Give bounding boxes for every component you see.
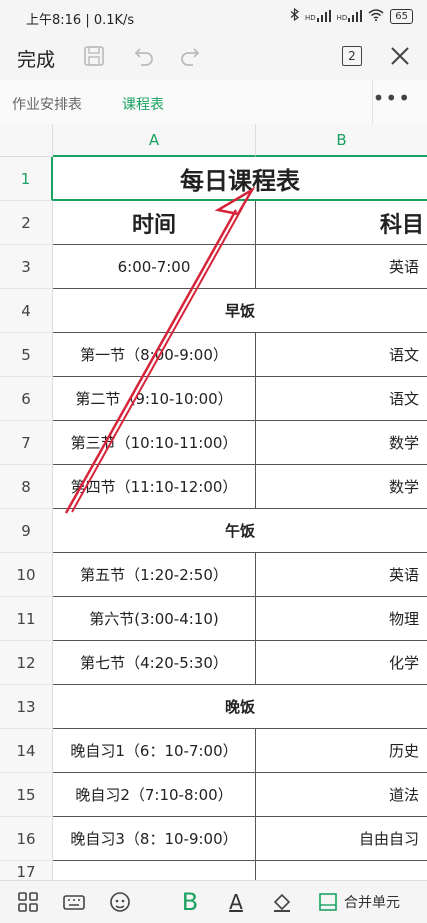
row-header-3[interactable]: 3 — [0, 245, 53, 289]
fill-color-icon[interactable] — [268, 887, 296, 917]
row-header-9[interactable]: 9 — [0, 509, 53, 553]
merge-cells-label: 合并单元 — [344, 895, 400, 911]
row-header-7[interactable]: 7 — [0, 421, 53, 465]
row-header-1[interactable]: 1 — [0, 157, 53, 201]
signal-icon-2: HD — [337, 10, 363, 22]
cell-a3[interactable]: 6:00-7:00 — [53, 245, 256, 289]
row-header-4[interactable]: 4 — [0, 289, 53, 333]
cell-b14[interactable]: 历史 — [256, 729, 427, 773]
status-icons: HD HD 65 — [290, 7, 413, 24]
cell-a7[interactable]: 第三节（10:10-11:00） — [53, 421, 256, 465]
grid-menu-icon[interactable] — [14, 887, 42, 917]
cell-b3[interactable]: 英语 — [256, 245, 427, 289]
cell-b10[interactable]: 英语 — [256, 553, 427, 597]
merged-cell-9[interactable]: 午饭 — [53, 509, 427, 553]
format-toolbar: B A 合并单元 — [0, 880, 427, 923]
column-header-a[interactable]: A — [53, 124, 256, 157]
undo-icon[interactable] — [130, 42, 158, 70]
cell-a15[interactable]: 晚自习2（7:10-8:00） — [53, 773, 256, 817]
merge-cells-button[interactable]: 合并单元 — [318, 887, 418, 917]
bluetooth-icon — [290, 7, 299, 24]
row-header-5[interactable]: 5 — [0, 333, 53, 377]
row-header-12[interactable]: 12 — [0, 641, 53, 685]
cell-a8[interactable]: 第四节（11:10-12:00） — [53, 465, 256, 509]
merge-cells-icon — [319, 893, 337, 911]
cell-b16[interactable]: 自由自习 — [256, 817, 427, 861]
row-header-15[interactable]: 15 — [0, 773, 53, 817]
cell-a11[interactable]: 第六节(3:00-4:10) — [53, 597, 256, 641]
more-options-icon[interactable]: ••• — [373, 86, 411, 110]
done-button[interactable]: 完成 — [17, 45, 55, 72]
status-time: 上午8:16 | 0.1K/s — [26, 13, 135, 28]
wifi-icon — [368, 8, 384, 24]
font-color-button[interactable]: A — [222, 887, 250, 917]
merged-cell-13[interactable]: 晚饭 — [53, 685, 427, 729]
close-icon[interactable] — [386, 42, 414, 70]
redo-icon[interactable] — [176, 42, 204, 70]
cell-a10[interactable]: 第五节（1:20-2:50） — [53, 553, 256, 597]
cell-a6[interactable]: 第二节（9:10-10:00） — [53, 377, 256, 421]
emoji-icon[interactable] — [106, 887, 134, 917]
cell-a16[interactable]: 晚自习3（8：10-9:00） — [53, 817, 256, 861]
cell-a2[interactable]: 时间 — [53, 201, 256, 245]
select-all-corner[interactable] — [0, 124, 53, 157]
cell-b8[interactable]: 数学 — [256, 465, 427, 509]
battery-icon: 65 — [390, 8, 413, 24]
row-header-8[interactable]: 8 — [0, 465, 53, 509]
cell-b11[interactable]: 物理 — [256, 597, 427, 641]
row-header-14[interactable]: 14 — [0, 729, 53, 773]
row-header-16[interactable]: 16 — [0, 817, 53, 861]
cell-a12[interactable]: 第七节（4:20-5:30） — [53, 641, 256, 685]
cell-b15[interactable]: 道法 — [256, 773, 427, 817]
merged-cell-1[interactable]: 每日课程表 — [53, 157, 427, 201]
sheet-count: 2 — [342, 46, 362, 66]
row-header-11[interactable]: 11 — [0, 597, 53, 641]
cell-b2[interactable]: 科目 — [256, 201, 427, 245]
row-header-13[interactable]: 13 — [0, 685, 53, 729]
tab-sheet2[interactable]: 课程表 — [122, 94, 164, 114]
cell-b6[interactable]: 语文 — [256, 377, 427, 421]
row-header-2[interactable]: 2 — [0, 201, 53, 245]
keyboard-icon[interactable] — [60, 887, 88, 917]
cell-b12[interactable]: 化学 — [256, 641, 427, 685]
sheet-count-button[interactable]: 2 — [338, 42, 366, 70]
bold-button[interactable]: B — [176, 887, 204, 917]
sheet-tab-bar: 作业安排表 课程表 ••• — [0, 80, 427, 125]
edit-toolbar: 完成 2 — [0, 34, 427, 80]
cell-b5[interactable]: 语文 — [256, 333, 427, 377]
save-icon[interactable] — [80, 42, 108, 70]
status-bar: 上午8:16 | 0.1K/s HD HD 65 — [0, 0, 427, 34]
row-header-10[interactable]: 10 — [0, 553, 53, 597]
tab-sheet1[interactable]: 作业安排表 — [12, 94, 82, 114]
cell-a5[interactable]: 第一节（8:00-9:00） — [53, 333, 256, 377]
row-header-6[interactable]: 6 — [0, 377, 53, 421]
merged-cell-4[interactable]: 早饭 — [53, 289, 427, 333]
cell-a14[interactable]: 晚自习1（6：10-7:00） — [53, 729, 256, 773]
column-header-b[interactable]: B — [256, 124, 427, 157]
signal-icon: HD — [305, 10, 331, 22]
cell-b7[interactable]: 数学 — [256, 421, 427, 465]
